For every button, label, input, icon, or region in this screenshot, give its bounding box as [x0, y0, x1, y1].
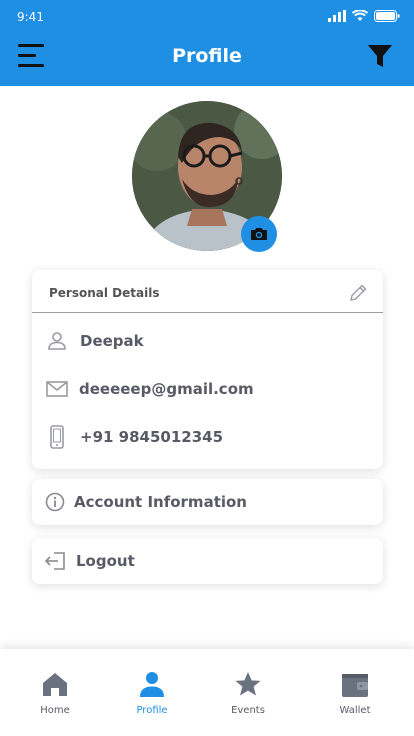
- avatar-section: [132, 101, 282, 252]
- personal-details-title: Personal Details: [49, 286, 160, 300]
- logout-label: Logout: [76, 552, 135, 570]
- filter-button[interactable]: [367, 43, 393, 69]
- account-information-button[interactable]: Account Information: [32, 479, 383, 525]
- phone-row: +91 9845012345: [32, 419, 383, 455]
- personal-details-header: Personal Details: [32, 270, 383, 313]
- email-row: deeeeep@gmail.com: [32, 371, 383, 407]
- nav-label-events: Events: [231, 705, 265, 716]
- logout-button[interactable]: Logout: [32, 538, 383, 584]
- person-icon: [46, 329, 68, 353]
- bottom-nav: Home Profile Events Wallet: [0, 649, 414, 736]
- name-row: Deepak: [32, 323, 383, 359]
- mail-icon: [46, 377, 68, 401]
- user-name: Deepak: [80, 332, 144, 350]
- edit-button[interactable]: [348, 283, 368, 303]
- pencil-icon: [350, 284, 367, 301]
- nav-label-wallet: Wallet: [339, 705, 371, 716]
- info-icon: [44, 491, 66, 513]
- status-icons: [328, 10, 400, 22]
- battery-icon: [374, 10, 400, 22]
- camera-icon: [251, 228, 267, 240]
- user-email: deeeeep@gmail.com: [79, 380, 254, 398]
- page-title: Profile: [172, 45, 242, 67]
- nav-label-profile: Profile: [136, 705, 168, 716]
- person-icon: [112, 671, 192, 701]
- wallet-icon: [315, 671, 395, 701]
- signal-icon: [328, 10, 346, 22]
- status-time: 9:41: [17, 10, 44, 24]
- wifi-icon: [352, 10, 368, 21]
- nav-item-events[interactable]: Events: [208, 667, 288, 727]
- personal-details-card: Personal Details Deepak deeeeep@gmail.co…: [32, 270, 383, 469]
- home-icon: [15, 671, 95, 701]
- change-photo-button[interactable]: [241, 216, 277, 252]
- nav-label-home: Home: [40, 705, 70, 716]
- user-phone: +91 9845012345: [80, 428, 224, 446]
- filter-icon: [368, 45, 392, 67]
- app-header: 9:41 Profile: [0, 0, 414, 86]
- account-information-label: Account Information: [74, 493, 247, 511]
- logout-icon: [44, 550, 66, 572]
- nav-item-wallet[interactable]: Wallet: [315, 667, 395, 727]
- star-icon: [208, 671, 288, 701]
- nav-item-profile[interactable]: Profile: [112, 667, 192, 727]
- nav-item-home[interactable]: Home: [15, 667, 95, 727]
- phone-icon: [46, 425, 68, 449]
